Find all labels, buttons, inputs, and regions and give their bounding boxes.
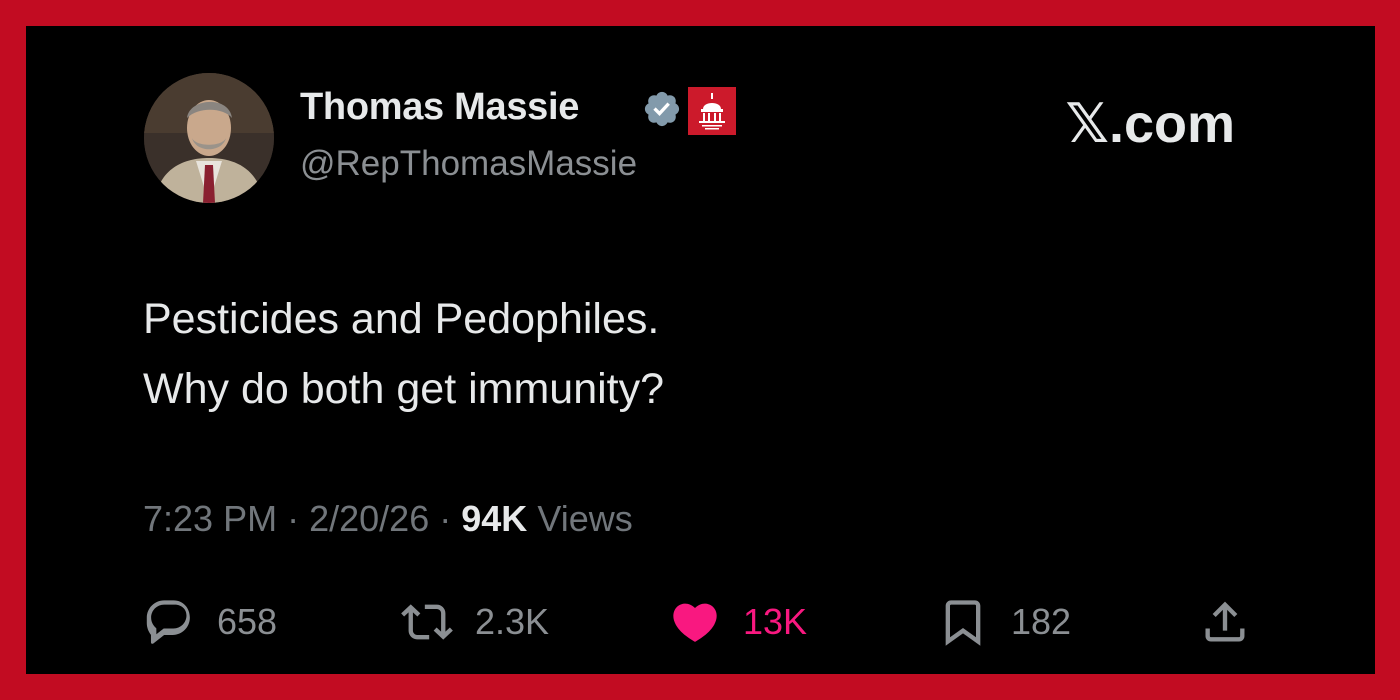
author-name[interactable]: Thomas Massie — [300, 86, 579, 129]
brand-logo-text: 𝕏.com — [1065, 94, 1235, 154]
avatar[interactable] — [144, 73, 274, 203]
avatar-portrait-icon — [144, 73, 274, 203]
share-icon — [1205, 601, 1245, 642]
meta-separator: · — [287, 498, 300, 539]
like-count: 13K — [743, 601, 808, 642]
tweet-card: Thomas Massie @RepThomasMassie 𝕏.com Pes… — [26, 26, 1375, 674]
share-button[interactable] — [1199, 594, 1251, 650]
reply-button[interactable]: 658 — [143, 594, 277, 650]
bookmark-button[interactable]: 182 — [937, 594, 1071, 650]
tweet-date[interactable]: 2/20/26 — [309, 498, 429, 539]
reply-icon — [146, 600, 190, 644]
heart-icon — [673, 603, 717, 642]
views-count: 94K — [461, 498, 528, 539]
repost-icon — [401, 604, 453, 640]
tweet-line: Why do both get immunity? — [143, 365, 665, 413]
like-button[interactable]: 13K — [669, 594, 807, 650]
bookmark-icon — [945, 600, 981, 646]
action-bar: 658 2.3K 13K 182 — [143, 594, 1263, 650]
author-handle[interactable]: @RepThomasMassie — [300, 144, 637, 184]
repost-count: 2.3K — [475, 601, 550, 642]
views-label: Views — [537, 498, 633, 539]
tweet-line: Pesticides and Pedophiles. — [143, 295, 660, 343]
bookmark-count: 182 — [1011, 601, 1072, 642]
verified-badge-icon[interactable] — [642, 89, 682, 129]
repost-button[interactable]: 2.3K — [401, 594, 549, 650]
tweet-time[interactable]: 7:23 PM — [143, 498, 277, 539]
tweet-meta: 7:23 PM · 2/20/26 · 94K Views — [143, 498, 633, 540]
house-gop-capitol-icon — [688, 87, 736, 135]
affiliation-badge[interactable] — [688, 87, 736, 135]
meta-separator: · — [439, 498, 452, 539]
tweet-text: Pesticides and Pedophiles. Why do both g… — [143, 284, 664, 424]
reply-count: 658 — [217, 601, 278, 642]
